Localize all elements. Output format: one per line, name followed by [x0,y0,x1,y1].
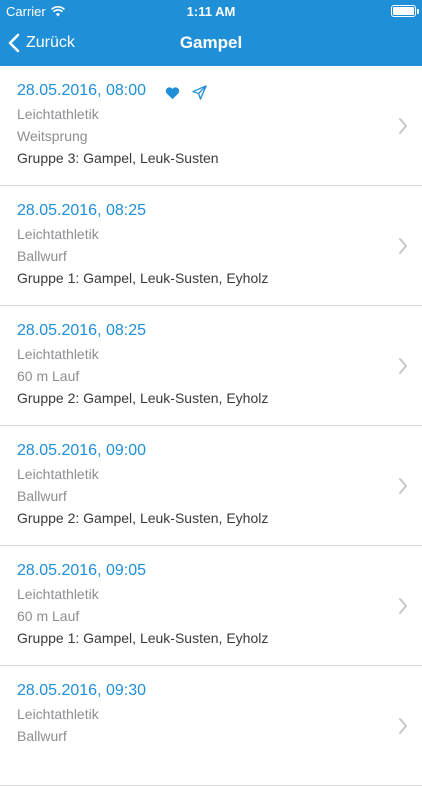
clock: 1:11 AM [186,4,236,19]
event-datetime: 28.05.2016, 08:25 [17,322,147,339]
event-sport: Leichtathletik [17,346,99,362]
event-discipline: Ballwurf [17,728,67,744]
status-bar: Carrier 1:11 AM [0,0,422,22]
event-discipline: Weitsprung [17,128,88,144]
paper-plane-icon[interactable] [192,85,207,100]
list-item[interactable]: 28.05.2016, 09:05 Leichtathletik 60 m La… [0,546,422,666]
heart-icon[interactable] [165,86,180,100]
event-discipline: 60 m Lauf [17,368,80,384]
event-datetime: 28.05.2016, 08:25 [17,202,147,219]
list-item[interactable]: 28.05.2016, 08:25 Leichtathletik Ballwur… [0,186,422,306]
navigation-bar: Carrier 1:11 AM Zurück Gampel [0,0,422,66]
list-item[interactable]: 28.05.2016, 09:30 Leichtathletik Ballwur… [0,666,422,786]
event-group: Gruppe 1: Gampel, Leuk-Susten, Eyholz [17,270,269,286]
battery-icon [391,5,419,17]
event-datetime: 28.05.2016, 09:30 [17,682,147,699]
event-datetime: 28.05.2016, 08:00 [17,82,147,99]
chevron-right-icon [399,357,407,374]
event-group: Gruppe 3: Gampel, Leuk-Susten [17,150,219,166]
event-sport: Leichtathletik [17,706,99,722]
event-list: 28.05.2016, 08:00 Leichtathletik Weitspr… [0,66,422,786]
event-group: Gruppe 1: Gampel, Leuk-Susten, Eyholz [17,630,269,646]
event-actions [165,85,207,100]
chevron-right-icon [399,477,407,494]
chevron-right-icon [399,117,407,134]
event-group: Gruppe 2: Gampel, Leuk-Susten, Eyholz [17,390,269,406]
event-sport: Leichtathletik [17,586,99,602]
chevron-right-icon [399,717,407,734]
event-discipline: Ballwurf [17,248,67,264]
event-group: Gruppe 2: Gampel, Leuk-Susten, Eyholz [17,510,269,526]
event-sport: Leichtathletik [17,106,99,122]
event-datetime: 28.05.2016, 09:05 [17,562,147,579]
event-discipline: Ballwurf [17,488,67,504]
list-item[interactable]: 28.05.2016, 08:00 Leichtathletik Weitspr… [0,66,422,186]
event-sport: Leichtathletik [17,226,99,242]
list-item[interactable]: 28.05.2016, 09:00 Leichtathletik Ballwur… [0,426,422,546]
event-datetime: 28.05.2016, 09:00 [17,442,147,459]
event-discipline: 60 m Lauf [17,608,80,624]
event-sport: Leichtathletik [17,466,99,482]
chevron-right-icon [399,237,407,254]
list-item[interactable]: 28.05.2016, 08:25 Leichtathletik 60 m La… [0,306,422,426]
chevron-right-icon [399,597,407,614]
page-title: Gampel [179,33,243,52]
